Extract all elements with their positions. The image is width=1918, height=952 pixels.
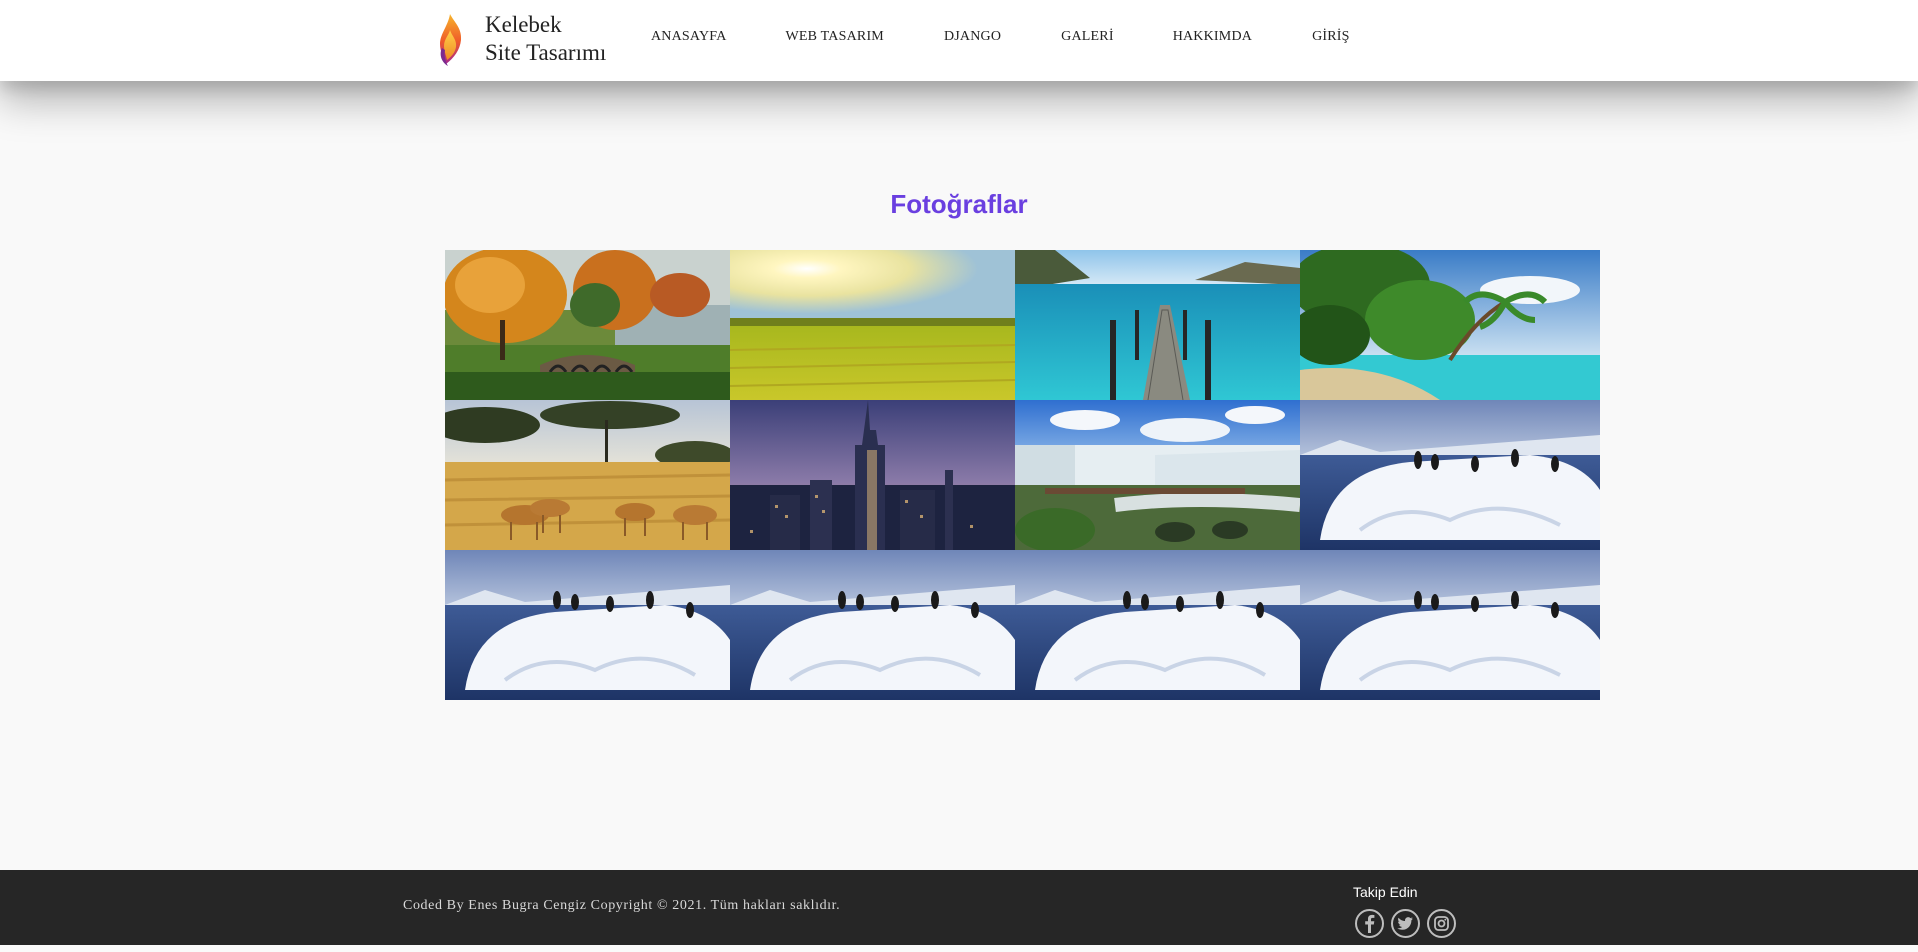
brand-line-1: Kelebek	[485, 12, 562, 37]
nav-item-galeri[interactable]: GALERİ	[1061, 29, 1114, 45]
gallery-photo-penguins[interactable]	[1015, 550, 1300, 700]
brand-line-2: Site Tasarımı	[485, 40, 607, 65]
gallery-photo-penguins[interactable]	[445, 550, 730, 700]
photo-gallery	[445, 250, 1600, 700]
gallery-photo-penguins[interactable]	[1300, 400, 1600, 550]
site-header: Kelebek Site Tasarımı ANASAYFA WEB TASAR…	[0, 0, 1918, 81]
nav-item-hakkimda[interactable]: HAKKIMDA	[1173, 29, 1252, 45]
nav-item-django[interactable]: DJANGO	[944, 29, 1001, 45]
gallery-photo-penguins[interactable]	[730, 550, 1015, 700]
gallery-photo-penguins[interactable]	[1300, 550, 1600, 700]
social-links	[1354, 908, 1457, 939]
page-title: Fotoğraflar	[890, 189, 1028, 219]
facebook-icon[interactable]	[1354, 908, 1385, 939]
site-footer: Coded By Enes Bugra Cengiz Copyright © 2…	[0, 870, 1918, 945]
main-nav: ANASAYFA WEB TASARIM DJANGO GALERİ HAKKI…	[651, 29, 1350, 45]
nav-item-web-tasarim[interactable]: WEB TASARIM	[786, 29, 884, 45]
gallery-photo-waterfalls[interactable]	[1015, 400, 1300, 550]
instagram-icon[interactable]	[1426, 908, 1457, 939]
footer-bottom-strip	[0, 945, 1918, 952]
gallery-photo-sunny-field[interactable]	[730, 250, 1015, 400]
flame-logo-icon[interactable]	[436, 12, 466, 68]
follow-label: Takip Edin	[1353, 884, 1418, 900]
gallery-photo-tropical-beach[interactable]	[1300, 250, 1600, 400]
gallery-photo-lake-pier[interactable]	[1015, 250, 1300, 400]
gallery-photo-savanna-gazelles[interactable]	[445, 400, 730, 550]
gallery-photo-city-skyline[interactable]	[730, 400, 1015, 550]
copyright-text: Coded By Enes Bugra Cengiz Copyright © 2…	[403, 898, 841, 913]
brand-name[interactable]: Kelebek Site Tasarımı	[485, 11, 606, 67]
twitter-icon[interactable]	[1390, 908, 1421, 939]
gallery-photo-autumn-park[interactable]	[445, 250, 730, 400]
nav-item-giris[interactable]: GİRİŞ	[1312, 29, 1350, 45]
nav-item-anasayfa[interactable]: ANASAYFA	[651, 29, 727, 45]
